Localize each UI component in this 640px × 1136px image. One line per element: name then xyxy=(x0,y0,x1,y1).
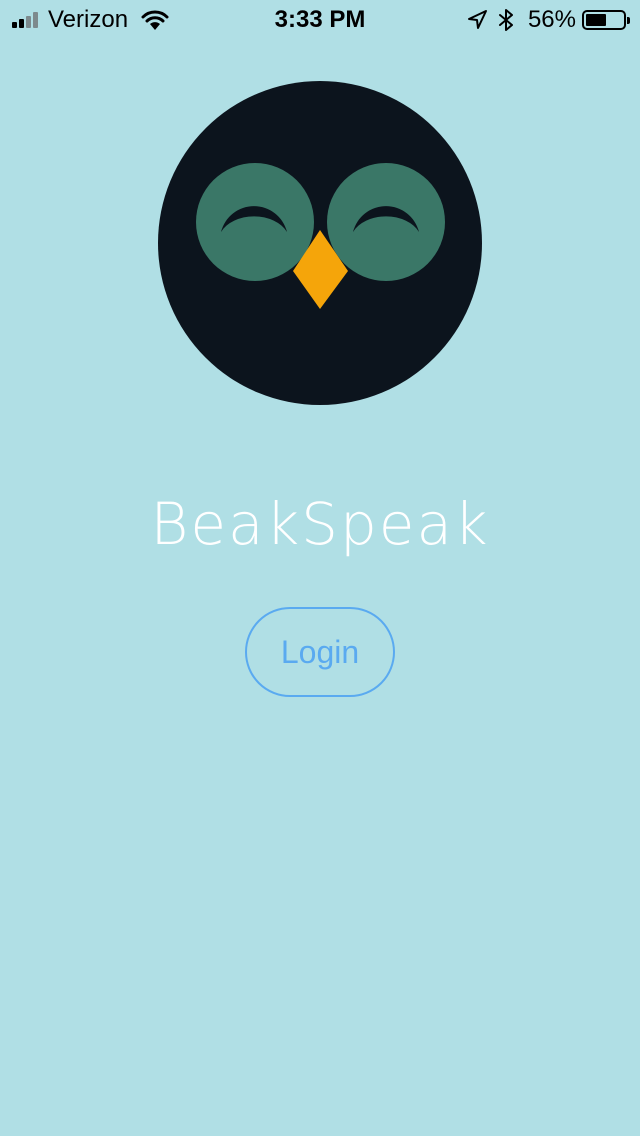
app-title: BeakSpeak xyxy=(150,490,490,558)
login-button[interactable]: Login xyxy=(245,607,395,697)
battery-tip xyxy=(627,17,630,24)
status-right: 56% xyxy=(466,6,630,34)
owl-left-eye xyxy=(196,163,314,281)
status-bar: Verizon 3:33 PM 56% xyxy=(0,0,640,40)
owl-right-eye xyxy=(327,163,445,281)
battery-percentage: 56% xyxy=(527,6,576,33)
location-arrow-icon xyxy=(467,10,487,29)
battery-fill xyxy=(586,14,607,26)
battery-icon xyxy=(582,10,630,30)
owl-logo xyxy=(158,81,482,405)
bluetooth-icon xyxy=(498,9,513,31)
